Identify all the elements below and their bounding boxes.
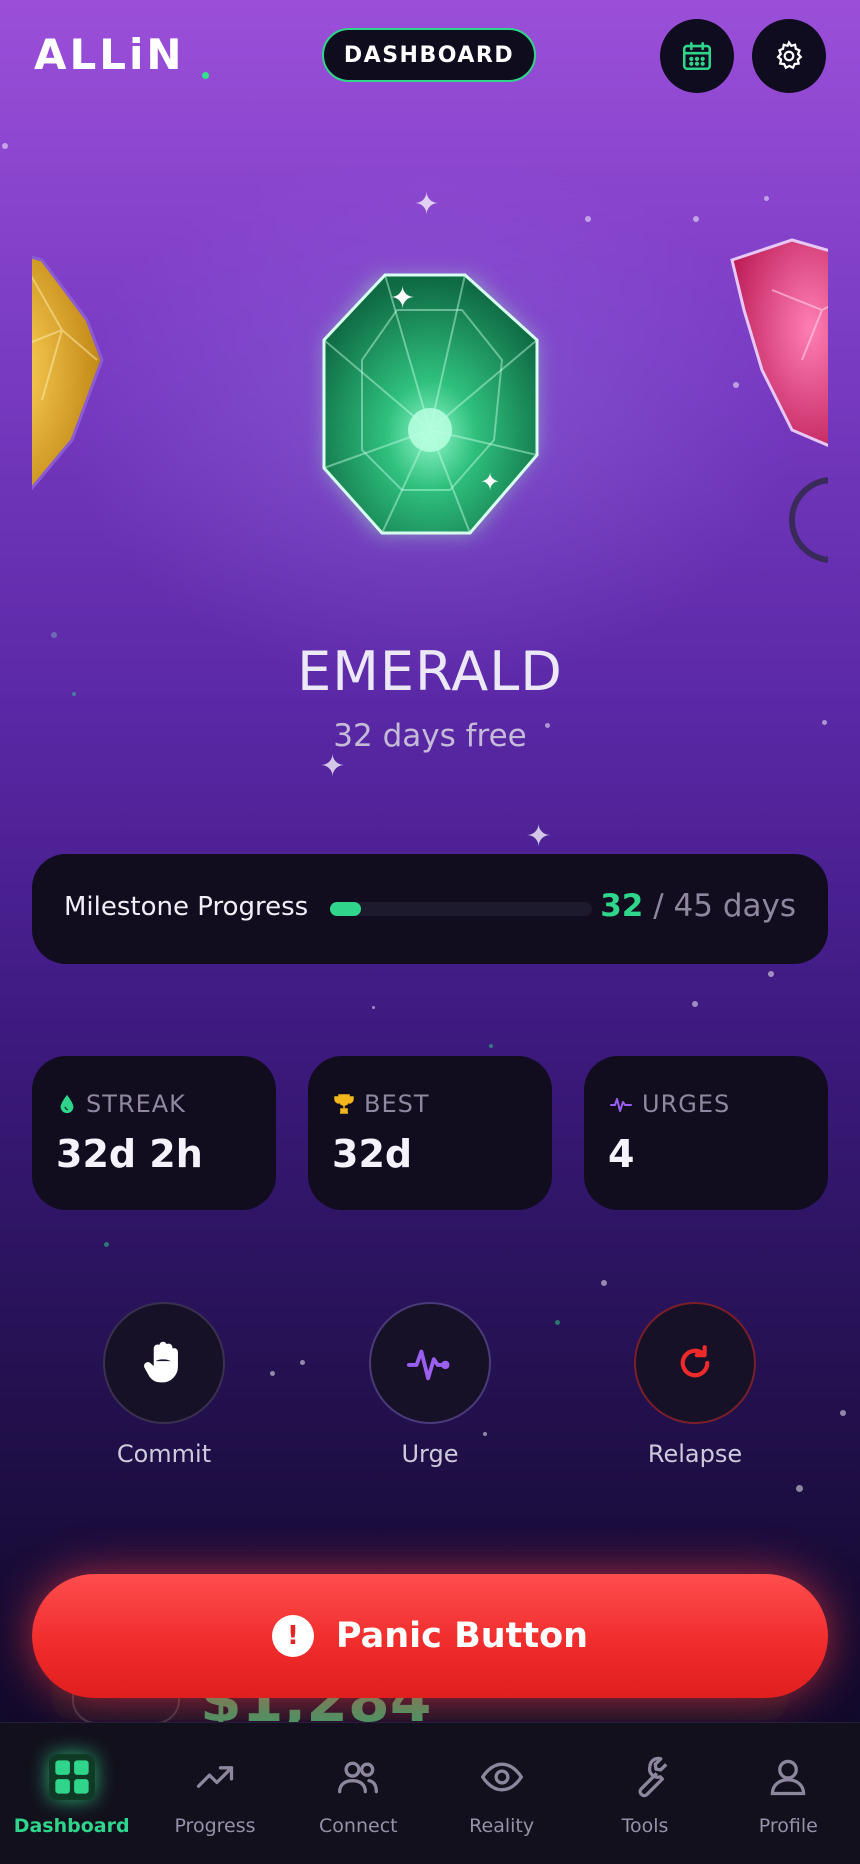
refresh-icon: [680, 1345, 710, 1378]
wrench-icon: [617, 1749, 673, 1805]
sparkle: ✦: [526, 819, 552, 854]
stat-card-urges: URGES 4: [584, 1056, 828, 1210]
gem-name: EMERALD: [297, 640, 563, 703]
user-icon: [760, 1749, 816, 1805]
ruby-gem[interactable]: [730, 238, 828, 563]
stat-value: 32d 2h: [56, 1132, 203, 1176]
eye-icon: [474, 1749, 530, 1805]
nav-label: Progress: [174, 1815, 256, 1837]
bottom-nav: Dashboard Progress Connect Reality Tools…: [0, 1722, 860, 1864]
users-icon: [330, 1749, 386, 1805]
trophy-icon: [334, 1094, 354, 1114]
nav-profile[interactable]: Profile: [717, 1723, 860, 1864]
pulse-icon: [407, 1349, 450, 1381]
sparkle: ✦: [320, 749, 346, 784]
panic-label: Panic Button: [335, 1616, 589, 1656]
topaz-gem[interactable]: [32, 240, 104, 500]
urge-label: Urge: [401, 1440, 459, 1468]
gear-icon: [776, 40, 803, 70]
milestone-target: / 45 days: [653, 888, 796, 924]
nav-reality[interactable]: Reality: [430, 1723, 573, 1864]
nav-connect[interactable]: Connect: [287, 1723, 430, 1864]
nav-tools[interactable]: Tools: [573, 1723, 716, 1864]
nav-label: Dashboard: [13, 1815, 130, 1837]
svg-text:✦: ✦: [480, 468, 500, 496]
gem-days-free: 32 days free: [333, 718, 527, 754]
milestone-count: 32 / 45 days: [600, 888, 796, 924]
stat-card-streak: STREAK 32d 2h: [32, 1056, 276, 1210]
logo-dot: [202, 72, 209, 79]
calendar-icon: [682, 41, 712, 71]
stat-value: 32d: [332, 1132, 413, 1176]
trend-icon: [187, 1749, 243, 1805]
commit-button[interactable]: [103, 1302, 225, 1424]
nav-progress[interactable]: Progress: [143, 1723, 286, 1864]
svg-text:✦: ✦: [390, 281, 415, 316]
drop-icon: [60, 1094, 74, 1114]
pulse-icon: [610, 1098, 632, 1112]
app-logo: ALLiN: [34, 30, 185, 79]
relapse-button[interactable]: [634, 1302, 756, 1424]
dashboard-pill[interactable]: DASHBOARD: [322, 28, 536, 82]
calendar-button[interactable]: [660, 19, 734, 93]
stat-value: 4: [608, 1132, 635, 1176]
stat-card-best: BEST 32d: [308, 1056, 552, 1210]
settings-button[interactable]: [752, 19, 826, 93]
milestone-progress-fill: [330, 902, 362, 916]
commit-label: Commit: [116, 1440, 212, 1468]
milestone-progress-bar: [330, 902, 592, 916]
gem-carousel[interactable]: ✦ ✦: [32, 200, 828, 580]
emerald-gem[interactable]: ✦ ✦: [322, 273, 539, 535]
milestone-card: Milestone Progress 32 / 45 days: [32, 854, 828, 964]
nav-label: Reality: [469, 1815, 535, 1837]
alert-icon: !: [271, 1615, 314, 1657]
nav-dashboard[interactable]: Dashboard: [0, 1723, 143, 1864]
milestone-label: Milestone Progress: [64, 892, 309, 922]
nav-label: Tools: [621, 1815, 669, 1837]
nav-label: Profile: [758, 1815, 818, 1837]
stat-label: URGES: [642, 1090, 731, 1118]
stat-label: STREAK: [86, 1090, 186, 1118]
milestone-current: 32: [600, 888, 644, 924]
urge-button[interactable]: [369, 1302, 491, 1424]
stat-label: BEST: [364, 1090, 430, 1118]
panic-button[interactable]: ! Panic Button: [32, 1574, 828, 1698]
nav-label: Connect: [319, 1815, 398, 1837]
hand-icon: [144, 1341, 178, 1383]
grid-icon: [44, 1749, 100, 1805]
relapse-label: Relapse: [647, 1440, 743, 1468]
